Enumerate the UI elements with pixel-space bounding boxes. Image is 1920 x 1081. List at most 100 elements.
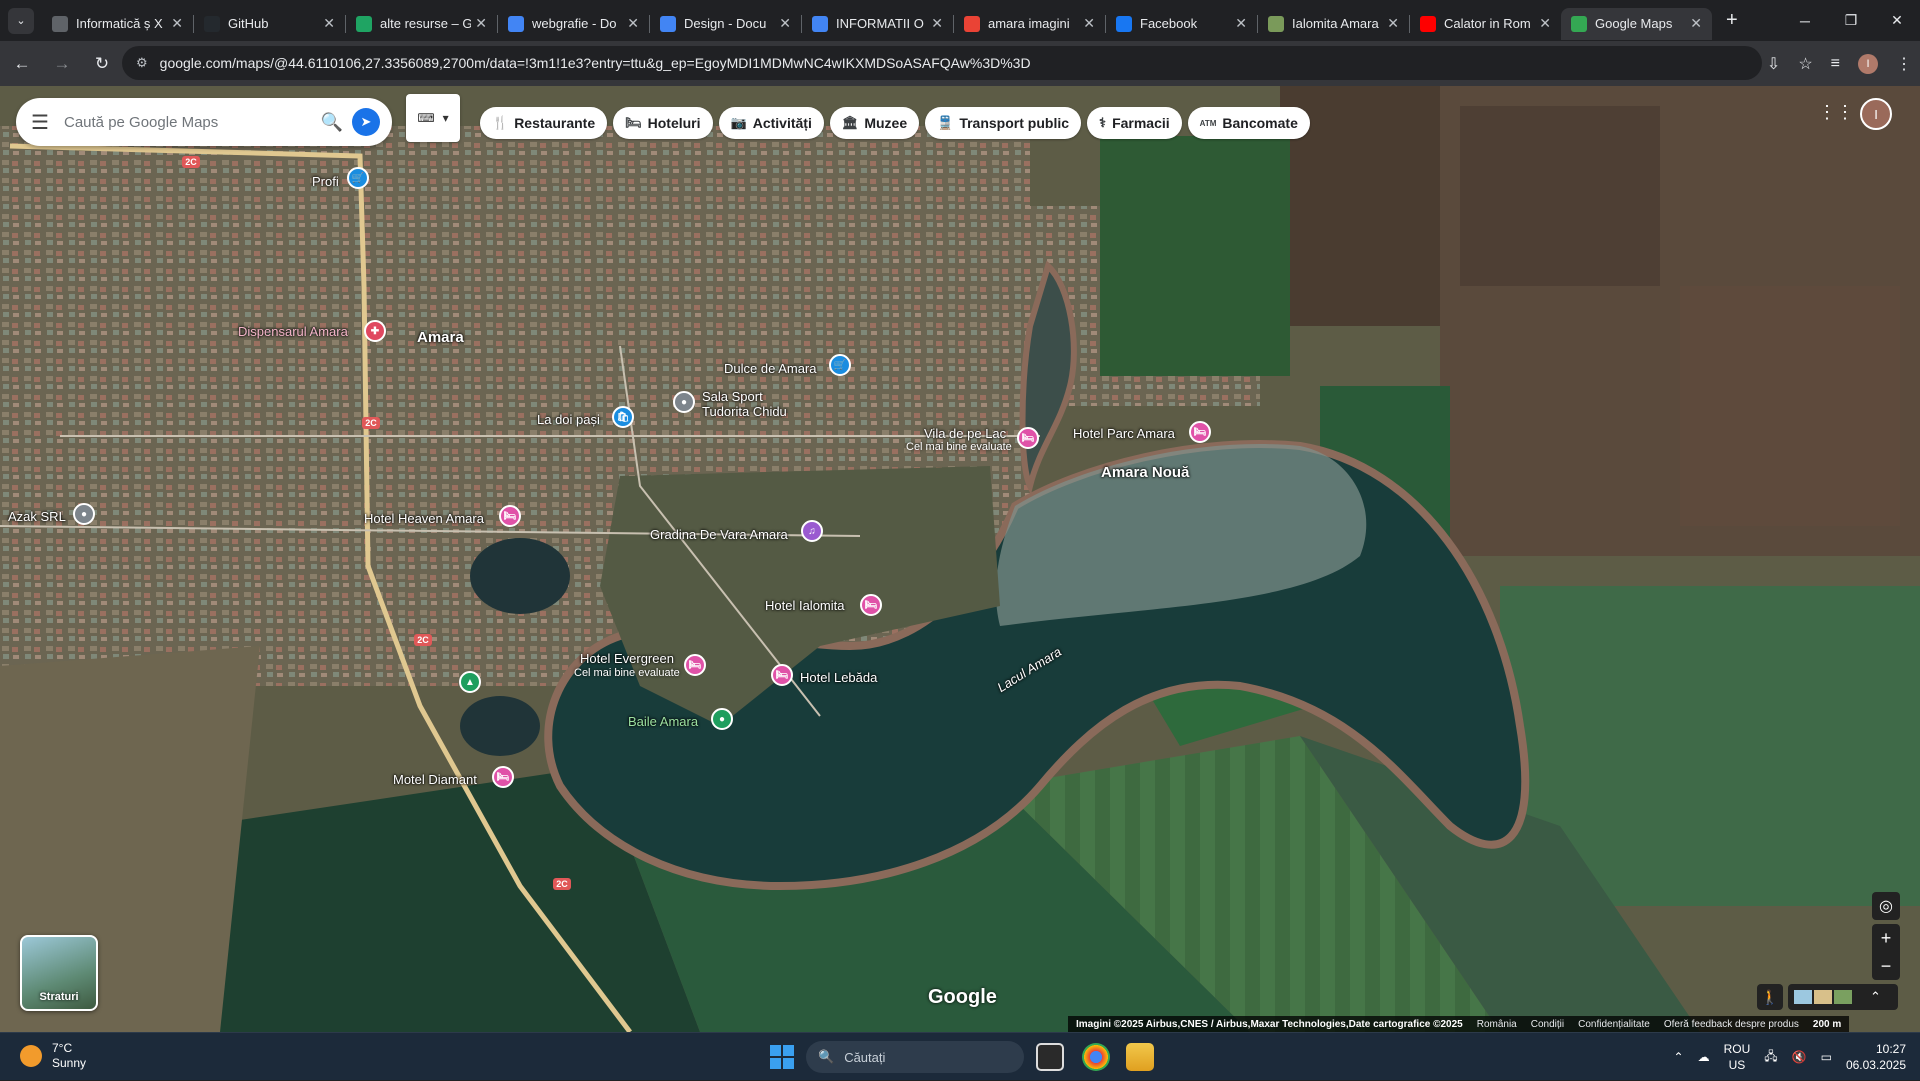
- hotel-pin-icon[interactable]: 🛏: [499, 505, 521, 527]
- place-label-parc[interactable]: Hotel Parc Amara: [1073, 426, 1175, 441]
- reading-list-icon[interactable]: ≡: [1831, 55, 1840, 73]
- zoom-out-button[interactable]: −: [1872, 952, 1900, 980]
- onedrive-icon[interactable]: ☁: [1698, 1050, 1710, 1064]
- windows-start-icon[interactable]: [770, 1045, 794, 1069]
- place-label-baile[interactable]: Baile Amara: [628, 714, 698, 729]
- maps-search-input[interactable]: Caută pe Google Maps: [64, 114, 312, 131]
- tab-search-button[interactable]: ⌄: [8, 7, 34, 34]
- volume-muted-icon[interactable]: 🔇: [1792, 1050, 1807, 1064]
- restore-icon[interactable]: ❐: [1828, 0, 1874, 41]
- hotel-pin-icon[interactable]: 🛏: [860, 594, 882, 616]
- place-label-dispensar[interactable]: Dispensarul Amara: [238, 324, 348, 339]
- search-icon[interactable]: 🔍: [312, 112, 352, 133]
- business-pin-icon[interactable]: ●: [73, 503, 95, 525]
- profile-avatar[interactable]: I: [1858, 53, 1878, 74]
- layers-button[interactable]: Straturi: [20, 935, 98, 1011]
- imagery-thumb[interactable]: [1814, 990, 1832, 1004]
- google-apps-icon[interactable]: ⋮⋮: [1818, 102, 1854, 123]
- taskbar-search[interactable]: 🔍 Căutați: [806, 1041, 1024, 1073]
- place-label-azak[interactable]: Azak SRL: [8, 509, 66, 524]
- close-tab-icon[interactable]: ✕: [1387, 15, 1399, 32]
- battery-icon[interactable]: ▭: [1821, 1050, 1832, 1064]
- close-tab-icon[interactable]: ✕: [1083, 15, 1095, 32]
- maps-search-box[interactable]: ☰ Caută pe Google Maps 🔍 ➤: [16, 98, 392, 146]
- chevron-up-icon[interactable]: ⌃: [1674, 1050, 1684, 1064]
- place-label-la-doi-pasi[interactable]: La doi pași: [537, 412, 600, 427]
- site-info-icon[interactable]: ⚙: [136, 55, 148, 71]
- hotel-pin-icon[interactable]: 🛏: [684, 654, 706, 676]
- scale-bar[interactable]: 200 m: [1813, 1019, 1841, 1030]
- close-tab-icon[interactable]: ✕: [323, 15, 335, 32]
- place-label-gradina[interactable]: Gradina De Vara Amara: [650, 527, 788, 542]
- hotel-pin-icon[interactable]: 🛏: [1017, 427, 1039, 449]
- shop-pin-icon[interactable]: 🛍: [612, 406, 634, 428]
- category-chip[interactable]: 🏛 Muzee: [829, 107, 920, 139]
- weather-widget[interactable]: 7°C Sunny: [20, 1041, 86, 1071]
- close-tab-icon[interactable]: ✕: [931, 15, 943, 32]
- place-label-heaven[interactable]: Hotel Heaven Amara: [364, 511, 484, 526]
- close-tab-icon[interactable]: ✕: [1235, 15, 1247, 32]
- place-label-vila[interactable]: Vila de pe Lac: [924, 426, 1006, 441]
- browser-tab[interactable]: Calator in Rom ✕: [1410, 8, 1561, 40]
- sport-pin-icon[interactable]: ●: [673, 391, 695, 413]
- language-indicator[interactable]: ROU US: [1724, 1041, 1751, 1073]
- hamburger-menu-icon[interactable]: ☰: [16, 110, 64, 135]
- bookmark-star-icon[interactable]: ☆: [1798, 54, 1812, 74]
- browser-tab[interactable]: INFORMATII O ✕: [802, 8, 953, 40]
- close-tab-icon[interactable]: ✕: [171, 15, 183, 32]
- shop-pin-icon[interactable]: 🛒: [829, 354, 851, 376]
- account-avatar[interactable]: I: [1860, 98, 1892, 130]
- browser-tab[interactable]: GitHub ✕: [194, 8, 345, 40]
- place-label-dulce[interactable]: Dulce de Amara: [724, 361, 817, 376]
- reload-button[interactable]: ↻: [84, 46, 120, 82]
- place-label-ialomita[interactable]: Hotel Ialomita: [765, 598, 844, 613]
- place-label-profi[interactable]: Profi: [312, 174, 339, 189]
- close-tab-icon[interactable]: ✕: [475, 15, 487, 32]
- browser-tab[interactable]: Ialomita Amara ✕: [1258, 8, 1409, 40]
- venue-pin-icon[interactable]: ♫: [801, 520, 823, 542]
- expand-up-icon[interactable]: ⌃: [1870, 989, 1881, 1005]
- minimize-icon[interactable]: ─: [1782, 0, 1828, 41]
- close-tab-icon[interactable]: ✕: [1539, 15, 1551, 32]
- browser-tab[interactable]: webgrafie - Do ✕: [498, 8, 649, 40]
- place-label-lebada[interactable]: Hotel Lebăda: [800, 670, 877, 685]
- footer-link[interactable]: Oferă feedback despre produs: [1664, 1019, 1799, 1030]
- category-chip[interactable]: 🛏 Hoteluri: [613, 107, 713, 139]
- category-chip[interactable]: 🚆 Transport public: [925, 107, 1082, 139]
- map-canvas[interactable]: ☰ Caută pe Google Maps 🔍 ➤ ⌨ ▾ 🍴 Restaura…: [0, 86, 1920, 1032]
- spa-pin-icon[interactable]: ●: [711, 708, 733, 730]
- imagery-toggles[interactable]: ⌃: [1788, 984, 1898, 1010]
- keyboard-layers-button[interactable]: ⌨ ▾: [406, 94, 460, 142]
- hospital-pin-icon[interactable]: ✚: [364, 320, 386, 342]
- footer-link[interactable]: Confidențialitate: [1578, 1019, 1650, 1030]
- hotel-pin-icon[interactable]: 🛏: [1189, 421, 1211, 443]
- shop-pin-icon[interactable]: 🛒: [347, 167, 369, 189]
- browser-tab[interactable]: Informatică ș X ✕: [42, 8, 193, 40]
- close-tab-icon[interactable]: ✕: [627, 15, 639, 32]
- category-chip[interactable]: 🍴 Restaurante: [480, 107, 608, 139]
- address-bar[interactable]: ⚙ google.com/maps/@44.6110106,27.3356089…: [122, 46, 1762, 80]
- imagery-thumb[interactable]: [1834, 990, 1852, 1004]
- browser-tab[interactable]: amara imagini ✕: [954, 8, 1105, 40]
- install-app-icon[interactable]: ⇩: [1767, 54, 1780, 74]
- place-label-diamant[interactable]: Motel Diamant: [393, 772, 477, 787]
- footer-link[interactable]: Condiții: [1531, 1019, 1564, 1030]
- chrome-icon[interactable]: [1082, 1043, 1110, 1071]
- place-label-sala-sport-2[interactable]: Tudorita Chidu: [702, 404, 787, 419]
- hotel-pin-icon[interactable]: 🛏: [771, 664, 793, 686]
- clock[interactable]: 10:27 06.03.2025: [1846, 1041, 1906, 1073]
- forward-button[interactable]: →: [44, 46, 80, 82]
- browser-tab[interactable]: alte resurse – G ✕: [346, 8, 497, 40]
- street-view-pegman-icon[interactable]: 🚶: [1757, 984, 1783, 1010]
- place-label-evergreen[interactable]: Hotel Evergreen: [580, 651, 674, 666]
- park-pin-icon[interactable]: ▲: [459, 671, 481, 693]
- browser-tab[interactable]: Facebook ✕: [1106, 8, 1257, 40]
- browser-tab[interactable]: Design - Docu ✕: [650, 8, 801, 40]
- task-view-icon[interactable]: [1036, 1043, 1064, 1071]
- close-tab-icon[interactable]: ✕: [1690, 15, 1702, 32]
- browser-tab[interactable]: Google Maps ✕: [1561, 7, 1712, 40]
- my-location-icon[interactable]: ◎: [1872, 892, 1900, 920]
- footer-link[interactable]: România: [1477, 1019, 1517, 1030]
- category-chip[interactable]: ⚕ Farmacii: [1087, 107, 1182, 139]
- kebab-menu-icon[interactable]: ⋮: [1896, 54, 1912, 74]
